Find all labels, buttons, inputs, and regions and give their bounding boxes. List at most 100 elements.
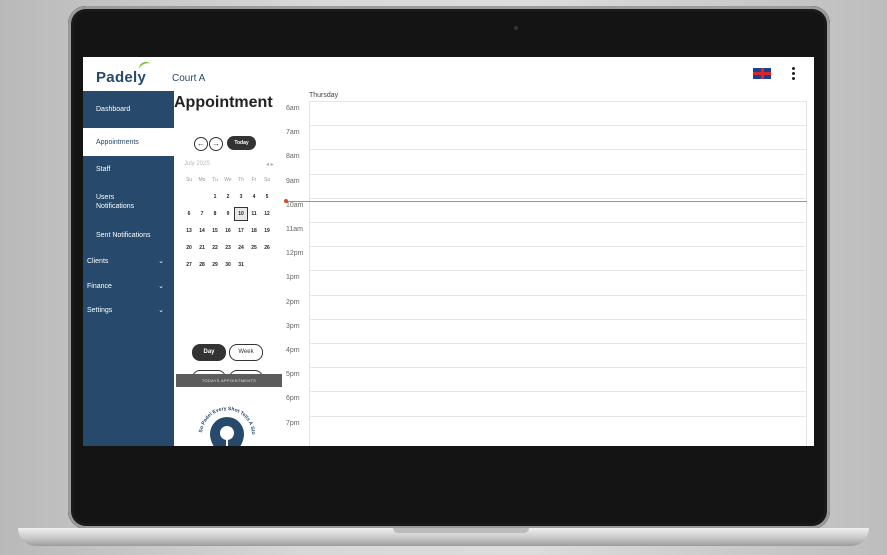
calendar-day[interactable]: 5 (260, 190, 274, 204)
time-label: 11am (286, 226, 303, 233)
todays-appointments-bar[interactable]: TODAYS APPOINTMENTS (176, 374, 282, 387)
laptop-base (18, 528, 869, 546)
weekday-header: Fr (251, 177, 257, 183)
time-label: 7pm (286, 419, 300, 427)
today-button[interactable]: Today (227, 136, 256, 150)
calendar-day[interactable]: 18 (247, 224, 261, 238)
calendar-day[interactable]: 21 (195, 241, 209, 255)
hour-slot[interactable] (309, 367, 807, 391)
time-label: 9am (286, 177, 300, 185)
app-screen: Padely Court A Dashboard Appointments St… (83, 57, 814, 446)
top-bar: Padely Court A (83, 57, 814, 91)
hour-slot[interactable] (309, 294, 807, 319)
calendar-day[interactable]: 22 (208, 241, 222, 255)
calendar-day[interactable]: 31 (234, 258, 248, 272)
current-time-line (285, 201, 807, 202)
calendar-day[interactable]: 19 (260, 224, 274, 238)
calendar-day[interactable]: 8 (208, 207, 222, 221)
selected-day[interactable]: 10 (234, 207, 248, 221)
time-label: 4pm (286, 347, 300, 354)
weekday-header: Th (238, 177, 244, 183)
court-name: Court A (172, 73, 206, 84)
prev-button[interactable]: ← (194, 137, 208, 151)
hour-slot[interactable] (309, 415, 807, 440)
weekday-header: Sa (263, 177, 271, 183)
month-nav-arrows[interactable]: ◂ ▸ (266, 161, 274, 168)
calendar-day[interactable]: 4 (247, 190, 261, 204)
calendar-day[interactable]: 11 (247, 207, 261, 221)
calendar-day[interactable]: 27 (182, 258, 196, 272)
time-label: 3pm (286, 322, 300, 330)
calendar-day[interactable]: 30 (221, 258, 235, 272)
chevron-down-icon: ⌄ (158, 307, 164, 314)
hour-slot[interactable] (309, 391, 807, 415)
time-label: 6am (286, 105, 300, 112)
calendar-day[interactable]: 13 (182, 224, 196, 238)
time-label: 5pm (286, 371, 300, 379)
sidebar-item-settings[interactable]: Settings ⌄ (83, 306, 174, 315)
app-logo[interactable]: Padely (96, 69, 146, 86)
calendar-day[interactable]: 20 (182, 241, 196, 255)
sidebar-item-finance[interactable]: Finance ⌄ (83, 282, 174, 291)
calendar-day[interactable]: 29 (208, 258, 222, 272)
hour-slot[interactable] (309, 125, 807, 149)
uk-flag-icon[interactable] (753, 68, 771, 79)
calendar-day[interactable]: 7 (195, 207, 209, 221)
time-label: 7am (286, 129, 300, 137)
time-label: 10am (286, 201, 304, 209)
calendar-day[interactable]: 1 (208, 190, 222, 204)
more-menu-icon[interactable] (792, 67, 796, 82)
calendar-day[interactable]: 2 (221, 190, 235, 204)
hour-slot[interactable] (309, 173, 807, 198)
sidebar-item-staff[interactable]: Staff (83, 165, 174, 174)
chevron-down-icon: ⌄ (158, 283, 164, 290)
sidebar-item-clients[interactable]: Clients ⌄ (83, 257, 174, 266)
calendar-day[interactable]: 6 (182, 207, 196, 221)
sidebar-item-sent-notifications[interactable]: Sent Notifications (83, 231, 174, 240)
hour-slot[interactable] (309, 270, 807, 294)
time-label: 8am (286, 153, 300, 161)
time-label: 1pm (286, 274, 300, 282)
next-button[interactable]: → (209, 137, 223, 151)
calendar-day[interactable]: 16 (221, 224, 235, 238)
view-week-button[interactable]: Week (229, 344, 263, 361)
sidebar-item-dashboard[interactable]: Dashboard (83, 105, 174, 114)
hour-slot[interactable] (309, 318, 807, 343)
current-time-dot (284, 199, 288, 203)
calendar-day[interactable]: 28 (195, 258, 209, 272)
view-day-button[interactable]: Day (192, 344, 226, 361)
chevron-down-icon: ⌄ (158, 258, 164, 265)
calendar-day[interactable]: 25 (247, 241, 261, 255)
day-view: Thursday 6am 7am 8am 9am 10am 11am 12pm 1pm 2pm 3… (284, 91, 814, 446)
day-header: Thursday (309, 92, 339, 99)
weekday-header: We (224, 177, 232, 183)
hour-slot[interactable] (309, 246, 807, 270)
time-label: 6pm (286, 395, 300, 403)
calendar-panel: Appointment ← → Today July 2025 ◂ ▸ Su Mo… (174, 91, 284, 446)
sidebar-item-appointments[interactable]: Appointments (83, 128, 174, 156)
month-label: July 2025 (184, 161, 210, 167)
weekday-header: Tu (212, 177, 218, 183)
calendar-day[interactable]: 17 (234, 224, 248, 238)
hour-slot[interactable] (309, 149, 807, 173)
logo-swoosh-icon (137, 59, 153, 75)
camera-icon (514, 26, 518, 30)
calendar-day[interactable]: 12 (260, 207, 274, 221)
sidebar-item-users-notifications[interactable]: Users Notifications (83, 193, 153, 211)
calendar-day[interactable]: 9 (221, 207, 235, 221)
hour-slot[interactable] (309, 101, 807, 125)
calendar-day[interactable]: 26 (260, 241, 274, 255)
calendar-day[interactable]: 3 (234, 190, 248, 204)
calendar-day[interactable]: 14 (195, 224, 209, 238)
sidebar: Dashboard Appointments Staff Users Notif… (83, 91, 174, 446)
page-title: Appointment (174, 94, 273, 111)
hour-slot[interactable] (309, 343, 807, 367)
calendar-day[interactable]: 15 (208, 224, 222, 238)
time-label: 2pm (286, 298, 300, 306)
weekday-header: Su (185, 177, 193, 183)
calendar-day[interactable]: 24 (234, 241, 248, 255)
padel-badge-logo: So Padel Every Shot Tells A Story (194, 401, 256, 446)
calendar-day[interactable]: 23 (221, 241, 235, 255)
time-label: 12pm (286, 250, 304, 258)
hour-slot[interactable] (309, 222, 807, 246)
